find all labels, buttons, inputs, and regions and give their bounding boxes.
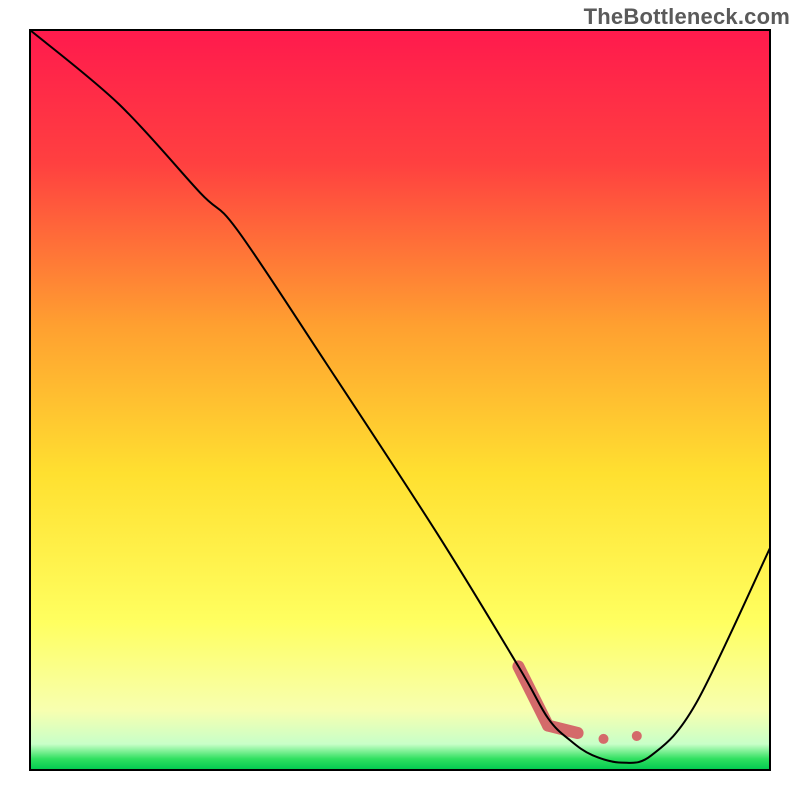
highlight-segment	[548, 726, 578, 733]
highlight-dot	[632, 731, 642, 741]
heat-background	[30, 30, 770, 770]
bottleneck-chart	[0, 0, 800, 800]
watermark-text: TheBottleneck.com	[584, 4, 790, 30]
highlight-dot	[599, 734, 609, 744]
chart-container: { "watermark": "TheBottleneck.com", "plo…	[0, 0, 800, 800]
